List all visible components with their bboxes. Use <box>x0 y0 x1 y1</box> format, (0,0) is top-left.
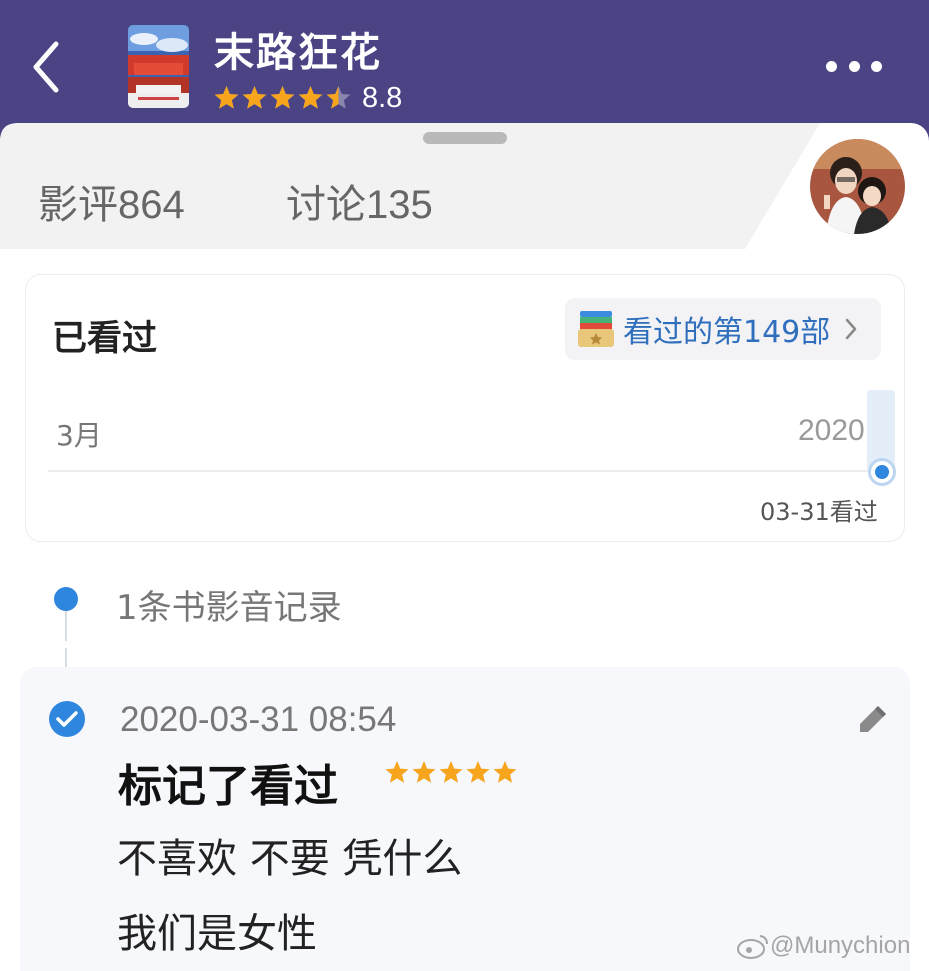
avatar[interactable] <box>810 139 905 234</box>
tab-reviews-label: 影评 <box>38 182 118 228</box>
comment-line: 我们是女性 <box>117 911 317 957</box>
records-count-title: 1条书影音记录 <box>116 588 342 628</box>
watermark: @Munychion <box>736 932 910 960</box>
entry-action: 标记了看过 <box>118 761 338 812</box>
rating-stars <box>214 85 351 109</box>
star-filled <box>270 85 295 109</box>
star-filled <box>242 85 267 109</box>
watermark-text: @Munychion <box>770 932 911 959</box>
watched-count-label: 看过的第149部 <box>623 315 831 350</box>
movie-title: 末路狂花 <box>214 30 382 76</box>
star-filled <box>385 761 409 783</box>
timeline-connector <box>65 611 67 641</box>
more-dot <box>848 60 860 72</box>
comment-line: 不喜欢 不要 凭什么 <box>117 836 463 882</box>
back-arrow-icon <box>33 41 59 93</box>
timeline-marker-date: 03-31看过 <box>760 498 878 526</box>
tab-reviews[interactable]: 影评864 <box>38 172 185 230</box>
timeline-year-label: 2020 <box>798 414 865 447</box>
entry-stars <box>385 761 517 783</box>
star-filled <box>439 761 463 783</box>
more-button[interactable] <box>826 58 882 74</box>
tab-discussions[interactable]: 讨论135 <box>286 172 433 230</box>
star-filled <box>412 761 436 783</box>
poster-thumbnail[interactable] <box>128 25 189 108</box>
star-filled <box>466 761 490 783</box>
tab-discussions-count: 135 <box>366 183 433 227</box>
more-dot <box>826 60 837 72</box>
more-dot <box>871 60 882 72</box>
timeline-axis <box>48 470 883 472</box>
weibo-icon <box>737 935 768 959</box>
tab-discussions-label: 讨论 <box>286 182 366 228</box>
header-star-rating: 8.8 <box>214 82 402 115</box>
timeline-month-label: 3月 <box>56 419 102 452</box>
star-filled <box>298 85 323 109</box>
pencil-icon[interactable] <box>856 702 890 736</box>
record-timeline-dot <box>54 587 78 611</box>
watched-count-chip[interactable]: 看过的第149部 <box>565 298 881 360</box>
tab-reviews-count: 864 <box>118 183 185 227</box>
rating-score: 8.8 <box>362 82 403 114</box>
entry-timestamp: 2020-03-31 08:54 <box>120 700 397 739</box>
shelf-icon <box>578 311 614 347</box>
entry-star-rating <box>385 760 525 786</box>
star-filled <box>493 761 517 783</box>
timeline-marker[interactable] <box>868 458 896 486</box>
check-circle-icon <box>49 701 85 737</box>
back-button[interactable] <box>28 40 68 94</box>
sheet-drag-handle[interactable] <box>423 132 507 144</box>
star-filled <box>214 85 239 109</box>
chevron-right-icon <box>846 318 857 340</box>
watched-status: 已看过 <box>52 319 158 359</box>
